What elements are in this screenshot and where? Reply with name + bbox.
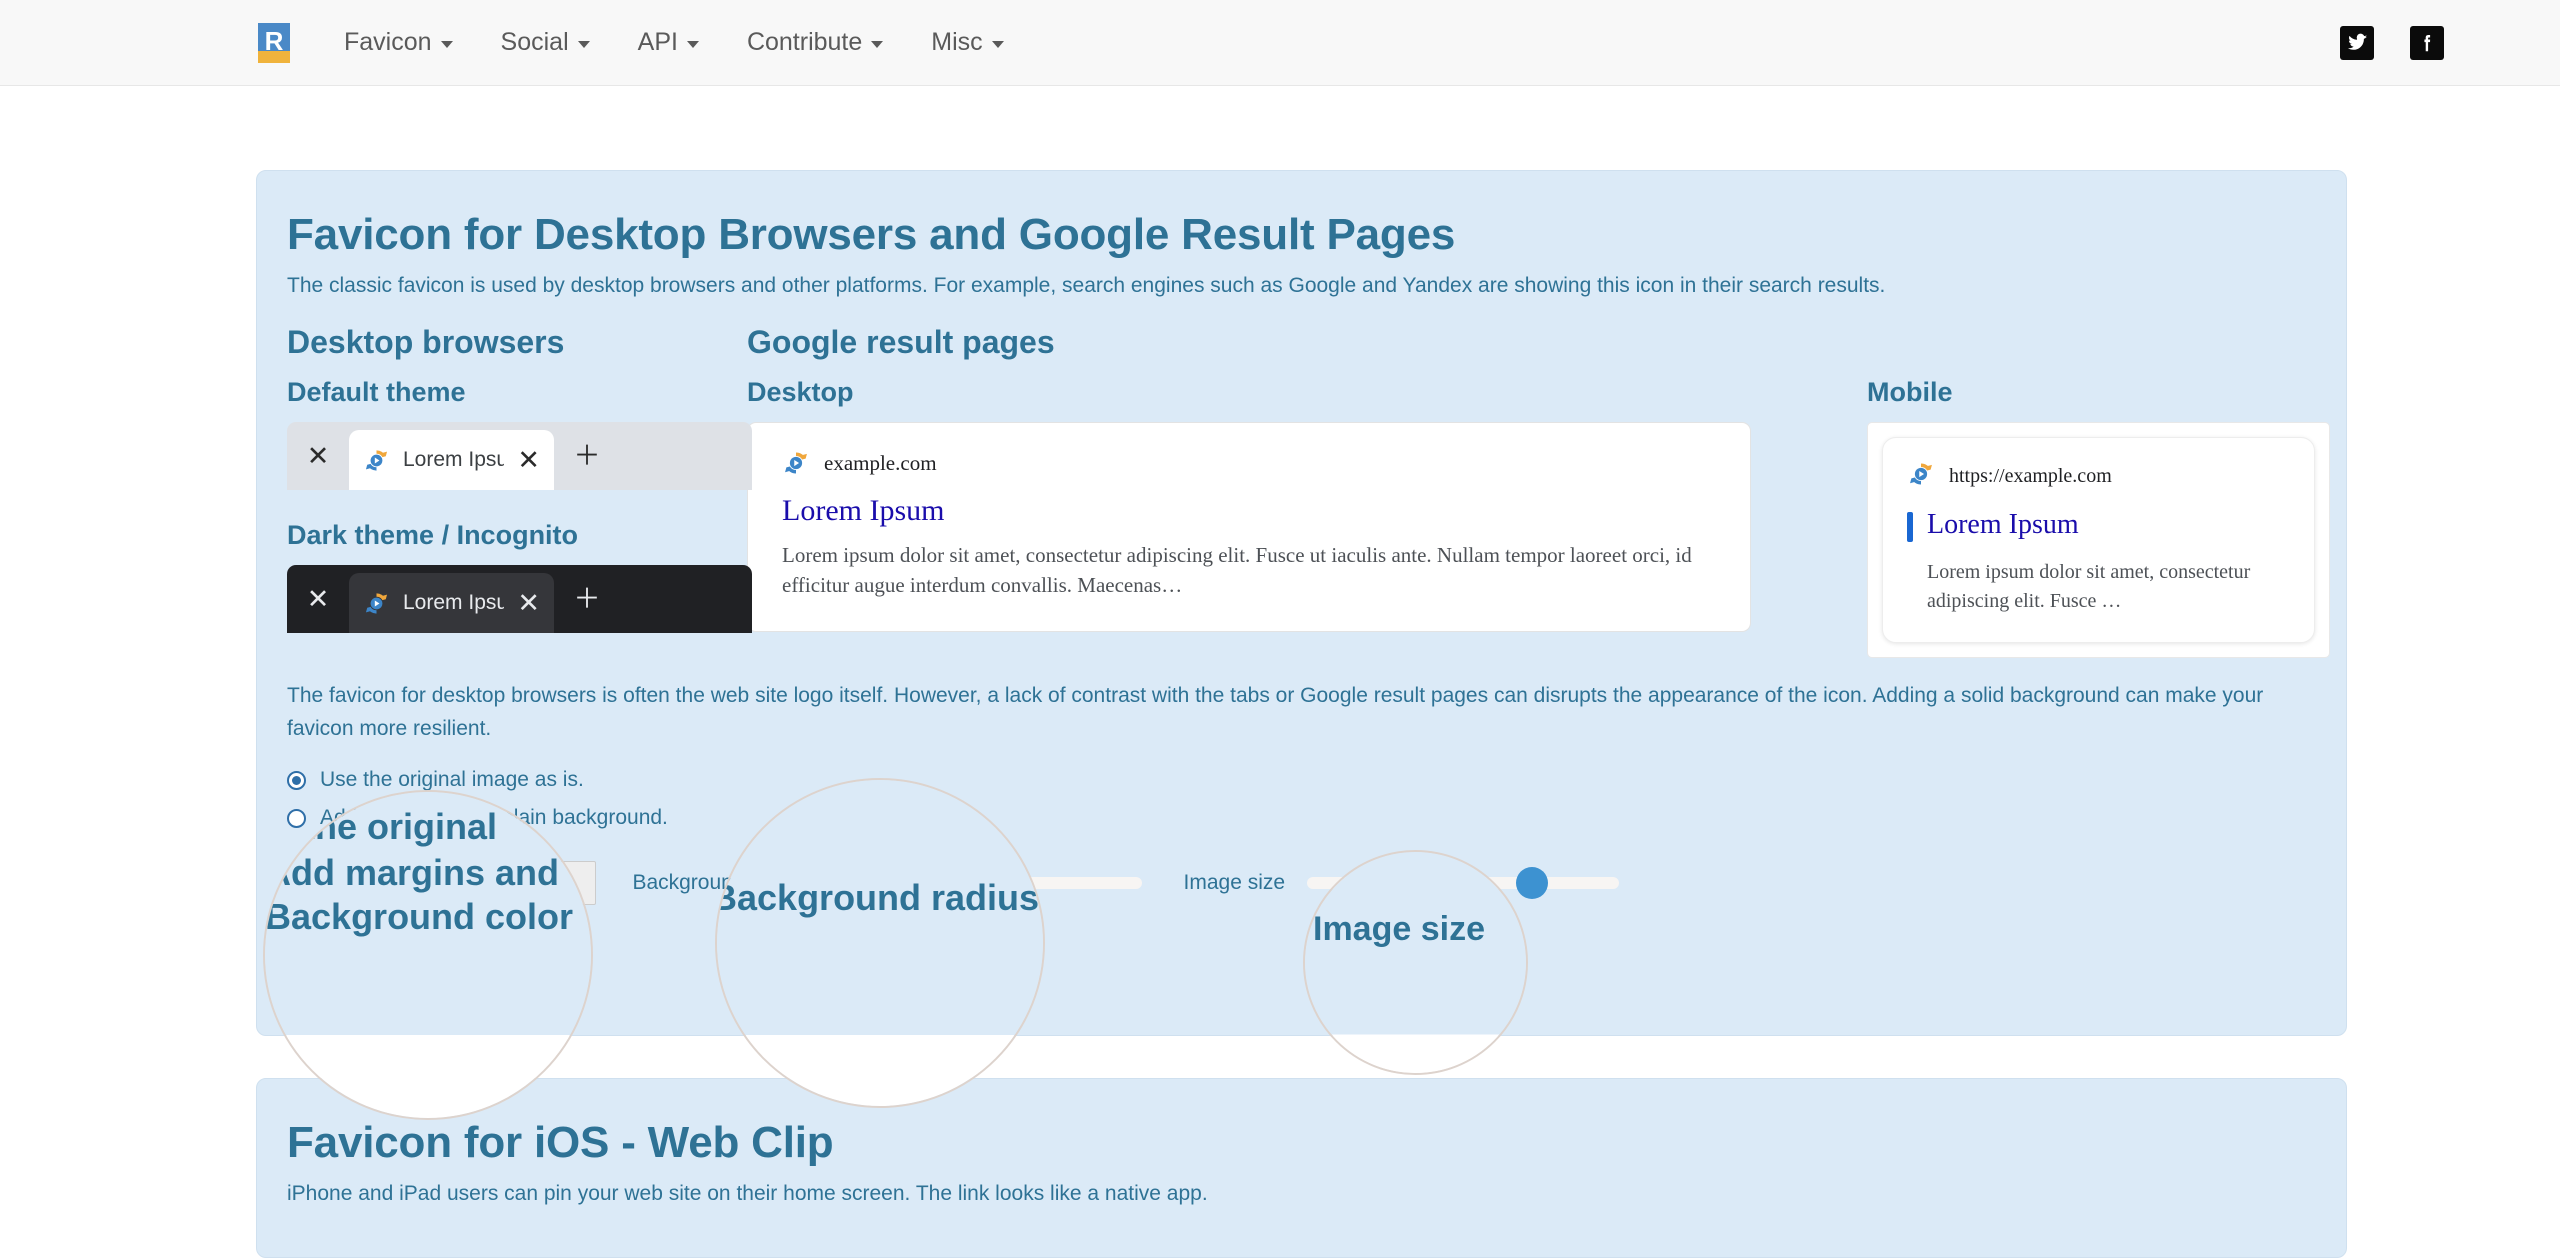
- browser-tab-title-light: Lorem Ipsum: [403, 448, 505, 471]
- nav-item-api[interactable]: API: [614, 18, 723, 67]
- ios-favicon-panel: Favicon for iOS - Web Clip iPhone and iP…: [256, 1078, 2347, 1258]
- browser-tabstrip-light: ✕ Lorem Ipsum ✕: [287, 422, 752, 490]
- nav-item-contribute-label: Contribute: [746, 28, 863, 56]
- preview-columns: Desktop browsers Default theme ✕ Lorem I…: [257, 298, 2346, 658]
- social-links: [2340, 25, 2512, 60]
- tab-close-icon[interactable]: ✕: [517, 589, 540, 617]
- background-color-input[interactable]: [468, 861, 597, 906]
- mobile-title-row: Lorem Ipsum: [1907, 509, 2290, 542]
- google-mobile-column: Mobile https://example.com Lorem Ipsum L…: [1867, 324, 2330, 658]
- option-add-margins[interactable]: Add margins and a plain background.: [287, 799, 2316, 837]
- chevron-down-icon: [577, 41, 590, 48]
- image-size-label: Image size: [1183, 871, 1286, 895]
- plus-icon: ＋: [573, 440, 601, 471]
- svg-text:R: R: [265, 26, 284, 56]
- background-radius-slider-thumb[interactable]: [932, 867, 965, 900]
- chevron-down-icon: [440, 41, 453, 48]
- nav-item-favicon-label: Favicon: [344, 28, 432, 56]
- nav-item-contribute[interactable]: Contribute: [723, 18, 907, 67]
- google-mobile-inner-card: https://example.com Lorem Ipsum Lorem ip…: [1882, 437, 2315, 643]
- image-options-form: Use the original image as is. Add margin…: [257, 761, 2346, 906]
- nav-item-social-label: Social: [500, 28, 569, 56]
- google-site-name: example.com: [824, 450, 937, 475]
- option-use-original-label: Use the original image as is.: [320, 768, 584, 792]
- mobile-site-row: https://example.com: [1907, 460, 2290, 493]
- tabstrip-left-close[interactable]: ✕: [287, 422, 349, 490]
- ios-panel-lead: iPhone and iPad users can pin your web s…: [287, 1182, 1208, 1205]
- google-desktop-result-card: example.com Lorem Ipsum Lorem ipsum dolo…: [747, 422, 1751, 632]
- option-use-original[interactable]: Use the original image as is.: [287, 761, 2316, 799]
- nav-item-misc[interactable]: Misc: [907, 18, 1027, 67]
- top-navbar: R Favicon Social API Contribute Misc: [0, 0, 2560, 86]
- google-results-heading: Google result pages: [747, 324, 1055, 360]
- facebook-link[interactable]: [2410, 25, 2444, 60]
- new-tab-button-dark[interactable]: ＋: [554, 565, 620, 633]
- twitter-icon: [2347, 33, 2368, 50]
- background-radius-slider[interactable]: [829, 867, 1142, 900]
- desktop-browsers-heading: Desktop browsers: [287, 324, 565, 360]
- google-result-title[interactable]: Lorem Ipsum: [782, 494, 1716, 528]
- nav-item-social[interactable]: Social: [477, 18, 614, 67]
- facebook-icon: [2424, 34, 2431, 51]
- favicon-preview-icon: [363, 447, 390, 474]
- panel-body-paragraph: The favicon for desktop browsers is ofte…: [287, 684, 2264, 740]
- mobile-result-description: Lorem ipsum dolor sit amet, consectetur …: [1927, 561, 2251, 612]
- favicon-preview-icon: [1907, 460, 1935, 493]
- browser-tab-title-dark: Lorem Ipsum: [403, 591, 505, 614]
- tabstrip-left-close-dark[interactable]: ✕: [287, 565, 349, 633]
- appearance-controls-row: Background color Background radius Image…: [287, 861, 2316, 906]
- image-size-slider[interactable]: [1307, 867, 1620, 900]
- google-result-description: Lorem ipsum dolor sit amet, consectetur …: [782, 543, 1692, 597]
- option-add-margins-label: Add margins and a plain background.: [320, 806, 668, 830]
- chevron-down-icon: [871, 41, 884, 48]
- default-theme-label: Default theme: [287, 377, 466, 407]
- chevron-down-icon: [686, 41, 699, 48]
- browser-tab-dark[interactable]: Lorem Ipsum ✕: [349, 573, 554, 633]
- realfavicongenerator-logo-icon: R: [258, 22, 290, 63]
- dark-theme-label: Dark theme / Incognito: [287, 520, 579, 550]
- nav-item-api-label: API: [637, 28, 678, 56]
- background-color-label: Background color: [287, 871, 451, 895]
- twitter-link[interactable]: [2340, 25, 2374, 60]
- favicon-preview-icon: [782, 449, 810, 477]
- nav-links: Favicon Social API Contribute Misc: [320, 18, 1028, 67]
- plus-icon: ＋: [573, 583, 601, 614]
- radio-icon-use-original[interactable]: [287, 770, 306, 790]
- close-icon: ✕: [306, 583, 330, 614]
- google-site-row: example.com: [782, 449, 1716, 477]
- tab-close-icon[interactable]: ✕: [517, 446, 540, 474]
- mobile-accent-bar: [1907, 512, 1913, 542]
- browser-tabstrip-dark: ✕ Lorem Ipsum ✕: [287, 565, 752, 633]
- favicon-preview-icon: [363, 590, 390, 617]
- google-results-column: Google result pages Desktop example.com …: [747, 324, 1867, 658]
- mobile-site-url: https://example.com: [1949, 465, 2112, 487]
- desktop-favicon-panel: Favicon for Desktop Browsers and Google …: [256, 170, 2347, 1036]
- google-mobile-result-card: https://example.com Lorem Ipsum Lorem ip…: [1867, 422, 2330, 658]
- google-desktop-label: Desktop: [747, 377, 854, 407]
- ios-panel-title: Favicon for iOS - Web Clip: [287, 1118, 834, 1167]
- browser-tab-light[interactable]: Lorem Ipsum ✕: [349, 430, 554, 490]
- page-title: Favicon for Desktop Browsers and Google …: [287, 210, 1456, 259]
- site-logo[interactable]: R: [258, 22, 290, 63]
- desktop-browsers-column: Desktop browsers Default theme ✕ Lorem I…: [287, 324, 752, 658]
- nav-item-misc-label: Misc: [931, 28, 983, 56]
- new-tab-button-light[interactable]: ＋: [554, 422, 620, 490]
- nav-item-favicon[interactable]: Favicon: [320, 18, 477, 67]
- image-size-slider-thumb[interactable]: [1515, 867, 1548, 900]
- chevron-down-icon: [991, 41, 1004, 48]
- mobile-result-title[interactable]: Lorem Ipsum: [1927, 509, 2079, 541]
- panel-lead: The classic favicon is used by desktop b…: [287, 274, 1886, 297]
- background-radius-label: Background radius: [632, 871, 808, 895]
- radio-icon-add-margins[interactable]: [287, 808, 306, 828]
- close-icon: ✕: [306, 440, 330, 471]
- google-mobile-label: Mobile: [1867, 377, 1953, 407]
